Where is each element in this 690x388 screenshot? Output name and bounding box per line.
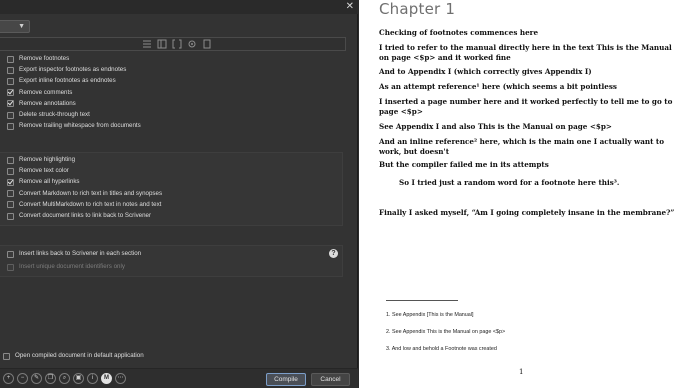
help-button[interactable]: ? [329, 249, 338, 258]
option-checkbox[interactable] [7, 66, 14, 74]
option-label: Convert document links to link back to S… [19, 212, 152, 219]
paragraph: And to Appendix I (which correctly gives… [379, 67, 592, 76]
option-label: Export inspector footnotes as endnotes [19, 66, 127, 74]
paragraph: Finally I asked myself, “Am I going comp… [379, 208, 675, 217]
page-number: 1 [519, 368, 524, 376]
open-after-compile-option[interactable]: Open compiled document in default applic… [3, 351, 144, 361]
option-row[interactable]: Remove comments [7, 88, 72, 98]
option-checkbox[interactable] [7, 111, 14, 119]
option-checkbox[interactable] [7, 89, 14, 97]
cancel-button[interactable]: Cancel [311, 373, 350, 386]
edit-icon[interactable]: ✎ [31, 373, 42, 384]
option-row[interactable]: Remove highlighting [7, 155, 75, 165]
option-label: Export inline footnotes as endnotes [19, 77, 116, 85]
open-after-compile-checkbox[interactable] [3, 352, 10, 360]
compile-options-panel: ✕ ▼ Remove footnotes Export inspector foo… [0, 0, 358, 388]
option-row[interactable]: Export inspector footnotes as endnotes [7, 65, 126, 75]
paragraph: So I tried just a random word for a foot… [399, 178, 620, 187]
manuscript-icon[interactable]: M [101, 373, 112, 384]
option-checkbox[interactable] [7, 77, 14, 85]
option-checkbox[interactable] [7, 55, 14, 63]
option-row[interactable]: Remove text color [7, 166, 69, 176]
formatting-group: Remove highlighting Remove text color Remo… [0, 152, 343, 226]
option-label: Insert links back to Scrivener in each s… [19, 250, 142, 257]
paragraph: And an inline reference² here, which is … [379, 137, 665, 156]
option-label: Remove all hyperlinks [19, 178, 80, 186]
option-checkbox[interactable] [7, 100, 14, 108]
option-checkbox [7, 263, 14, 271]
option-label: Convert MultiMarkdown to rich text in no… [19, 200, 162, 208]
more-icon[interactable]: ⋯ [115, 373, 126, 384]
chapter-title: Chapter 1 [379, 0, 456, 18]
layout-icon[interactable] [157, 39, 167, 49]
option-checkbox[interactable] [7, 122, 14, 130]
transformations-group: Remove footnotes Export inspector footnot… [0, 52, 343, 138]
paragraph: But the compiler failed me in its attemp… [379, 160, 549, 169]
option-label: Convert Markdown to rich text in titles … [19, 189, 163, 197]
footnote-separator [386, 300, 458, 301]
paragraph: As an attempt reference¹ here (which see… [379, 82, 617, 91]
option-label: Remove highlighting [19, 156, 76, 163]
title-bar: ✕ [0, 0, 358, 14]
footnote: 2. See Appendix This is the Manual on pa… [386, 329, 506, 335]
option-checkbox[interactable] [7, 190, 14, 198]
option-row[interactable]: Convert MultiMarkdown to rich text in no… [7, 200, 161, 210]
option-label: Remove footnotes [19, 55, 70, 62]
option-checkbox[interactable] [7, 250, 14, 258]
option-row[interactable]: Remove annotations [7, 99, 76, 109]
info-icon[interactable]: i [87, 373, 98, 384]
option-row[interactable]: Delete struck-through text [7, 110, 90, 120]
paragraph: I inserted a page number here and it wor… [379, 97, 673, 116]
plus-icon[interactable]: + [3, 373, 14, 384]
option-label: Remove annotations [19, 99, 76, 107]
minus-icon[interactable]: − [17, 373, 28, 384]
option-label: Remove trailing whitespace from document… [19, 122, 141, 130]
option-label: Remove text color [19, 167, 69, 175]
bracket-icon[interactable] [172, 39, 182, 49]
option-row[interactable]: Convert document links to link back to S… [7, 211, 151, 221]
footnote: 1. See Appendix [This is the Manual] [386, 312, 474, 318]
paragraph: I tried to refer to the manual directly … [379, 43, 672, 62]
gear-icon[interactable] [187, 39, 197, 49]
option-row[interactable]: Insert links back to Scrivener in each s… [7, 249, 141, 259]
image-icon[interactable]: ▣ [73, 373, 84, 384]
chevron-down-icon: ▼ [18, 23, 25, 30]
format-select[interactable]: ▼ [0, 20, 30, 33]
search-icon[interactable]: ⌕ [59, 373, 70, 384]
option-checkbox[interactable] [7, 156, 14, 164]
option-label: Insert unique document identifiers only [19, 263, 125, 270]
option-row[interactable]: Remove all hyperlinks [7, 177, 80, 187]
duplicate-icon[interactable]: ❐ [45, 373, 56, 384]
option-row[interactable]: Export inline footnotes as endnotes [7, 76, 116, 86]
preview-page: Chapter 1 Checking of footnotes commence… [359, 0, 690, 388]
list-icon[interactable] [142, 39, 152, 49]
paragraph: See Appendix I and also This is the Manu… [379, 122, 612, 131]
option-label: Remove comments [19, 88, 73, 96]
tab-icons [142, 38, 212, 50]
footnote: 3. And low and behold a Footnote was cre… [386, 346, 497, 352]
document-icon[interactable] [202, 39, 212, 49]
option-label: Delete struck-through text [19, 111, 90, 118]
option-row[interactable]: Convert Markdown to rich text in titles … [7, 189, 162, 199]
option-checkbox[interactable] [7, 212, 14, 220]
links-group: Insert links back to Scrivener in each s… [0, 245, 343, 277]
option-row: Insert unique document identifiers only [7, 262, 125, 272]
option-row[interactable]: Remove footnotes [7, 54, 69, 64]
compile-button[interactable]: Compile [266, 373, 306, 386]
option-checkbox[interactable] [7, 201, 14, 209]
option-checkbox[interactable] [7, 178, 14, 186]
option-row[interactable]: Remove trailing whitespace from document… [7, 121, 141, 131]
option-checkbox[interactable] [7, 167, 14, 175]
close-button[interactable]: ✕ [346, 1, 354, 12]
paragraph: Checking of footnotes commences here [379, 28, 539, 37]
open-after-compile-label: Open compiled document in default applic… [15, 352, 144, 359]
